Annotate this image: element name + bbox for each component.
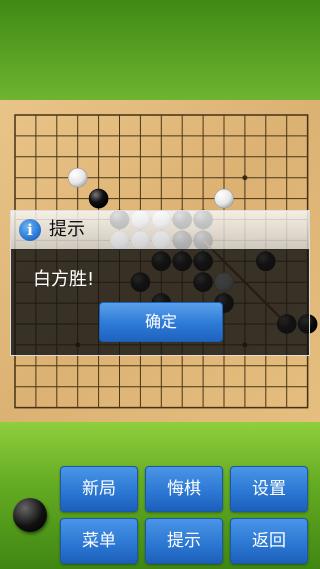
back-button[interactable]: 返回 [230,518,308,564]
new-game-button[interactable]: 新局 [60,466,138,512]
info-icon: i [19,219,41,241]
hint-button[interactable]: 提示 [145,518,223,564]
top-background [0,0,320,100]
menu-button[interactable]: 菜单 [60,518,138,564]
dialog-message: 白方胜! [33,269,95,290]
black-stone [88,188,109,209]
dialog-body: 白方胜! 确定 [11,249,309,355]
star-point [242,175,248,181]
dialog-title: 提示 [49,219,85,240]
dialog-header: i 提示 [11,211,309,250]
white-stone [214,188,234,209]
result-dialog: i 提示 白方胜! 确定 [10,210,310,356]
undo-button[interactable]: 悔棋 [145,466,223,512]
current-player-stone [13,498,47,532]
confirm-button[interactable]: 确定 [99,302,223,342]
white-stone [67,167,88,188]
settings-button[interactable]: 设置 [230,466,308,512]
